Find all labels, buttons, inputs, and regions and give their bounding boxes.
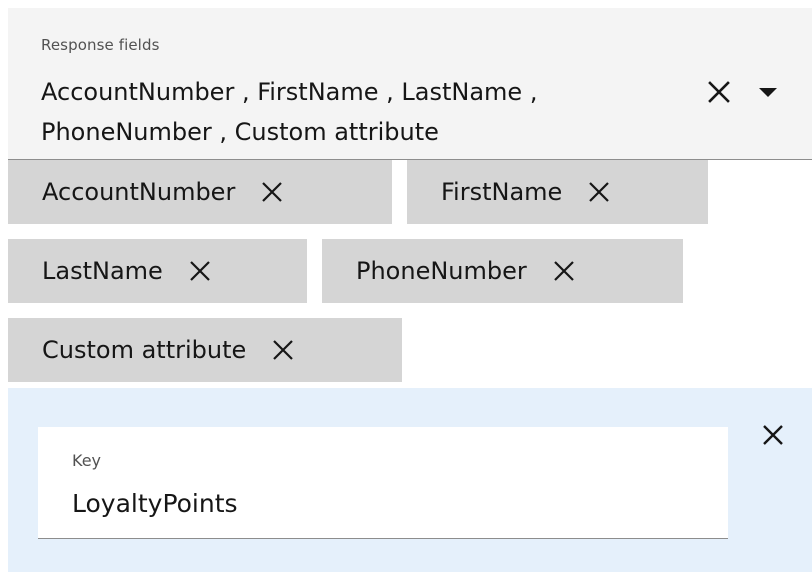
response-fields-value-line-1: AccountNumber , FirstName , LastName ,	[41, 78, 538, 106]
tag-label: PhoneNumber	[356, 257, 527, 285]
response-fields-multiselect[interactable]: Response fields AccountNumber , FirstNam…	[8, 8, 812, 160]
response-fields-value[interactable]: AccountNumber , FirstName , LastName , P…	[41, 72, 661, 152]
tag-label: FirstName	[441, 178, 563, 206]
remove-tag-close-icon[interactable]	[268, 335, 298, 365]
key-field-label: Key	[72, 451, 102, 470]
tag-last-name: LastName	[8, 239, 307, 303]
caret-down-icon[interactable]	[754, 78, 782, 106]
key-text-field[interactable]: Key LoyaltyPoints	[38, 427, 728, 539]
clear-selection-close-icon[interactable]	[701, 74, 737, 110]
tag-first-name: FirstName	[407, 160, 708, 224]
tag-label: Custom attribute	[42, 336, 247, 364]
tag-custom-attribute: Custom attribute	[8, 318, 402, 382]
key-field-value[interactable]: LoyaltyPoints	[72, 489, 238, 518]
remove-attribute-close-icon[interactable]	[756, 418, 790, 452]
tag-label: LastName	[42, 257, 163, 285]
tag-account-number: AccountNumber	[8, 160, 392, 224]
response-fields-value-line-2: PhoneNumber , Custom attribute	[41, 118, 439, 146]
remove-tag-close-icon[interactable]	[549, 256, 579, 286]
response-fields-label: Response fields	[41, 36, 160, 54]
remove-tag-close-icon[interactable]	[584, 177, 614, 207]
remove-tag-close-icon[interactable]	[257, 177, 287, 207]
tag-label: AccountNumber	[42, 178, 236, 206]
remove-tag-close-icon[interactable]	[185, 256, 215, 286]
tag-phone-number: PhoneNumber	[322, 239, 683, 303]
